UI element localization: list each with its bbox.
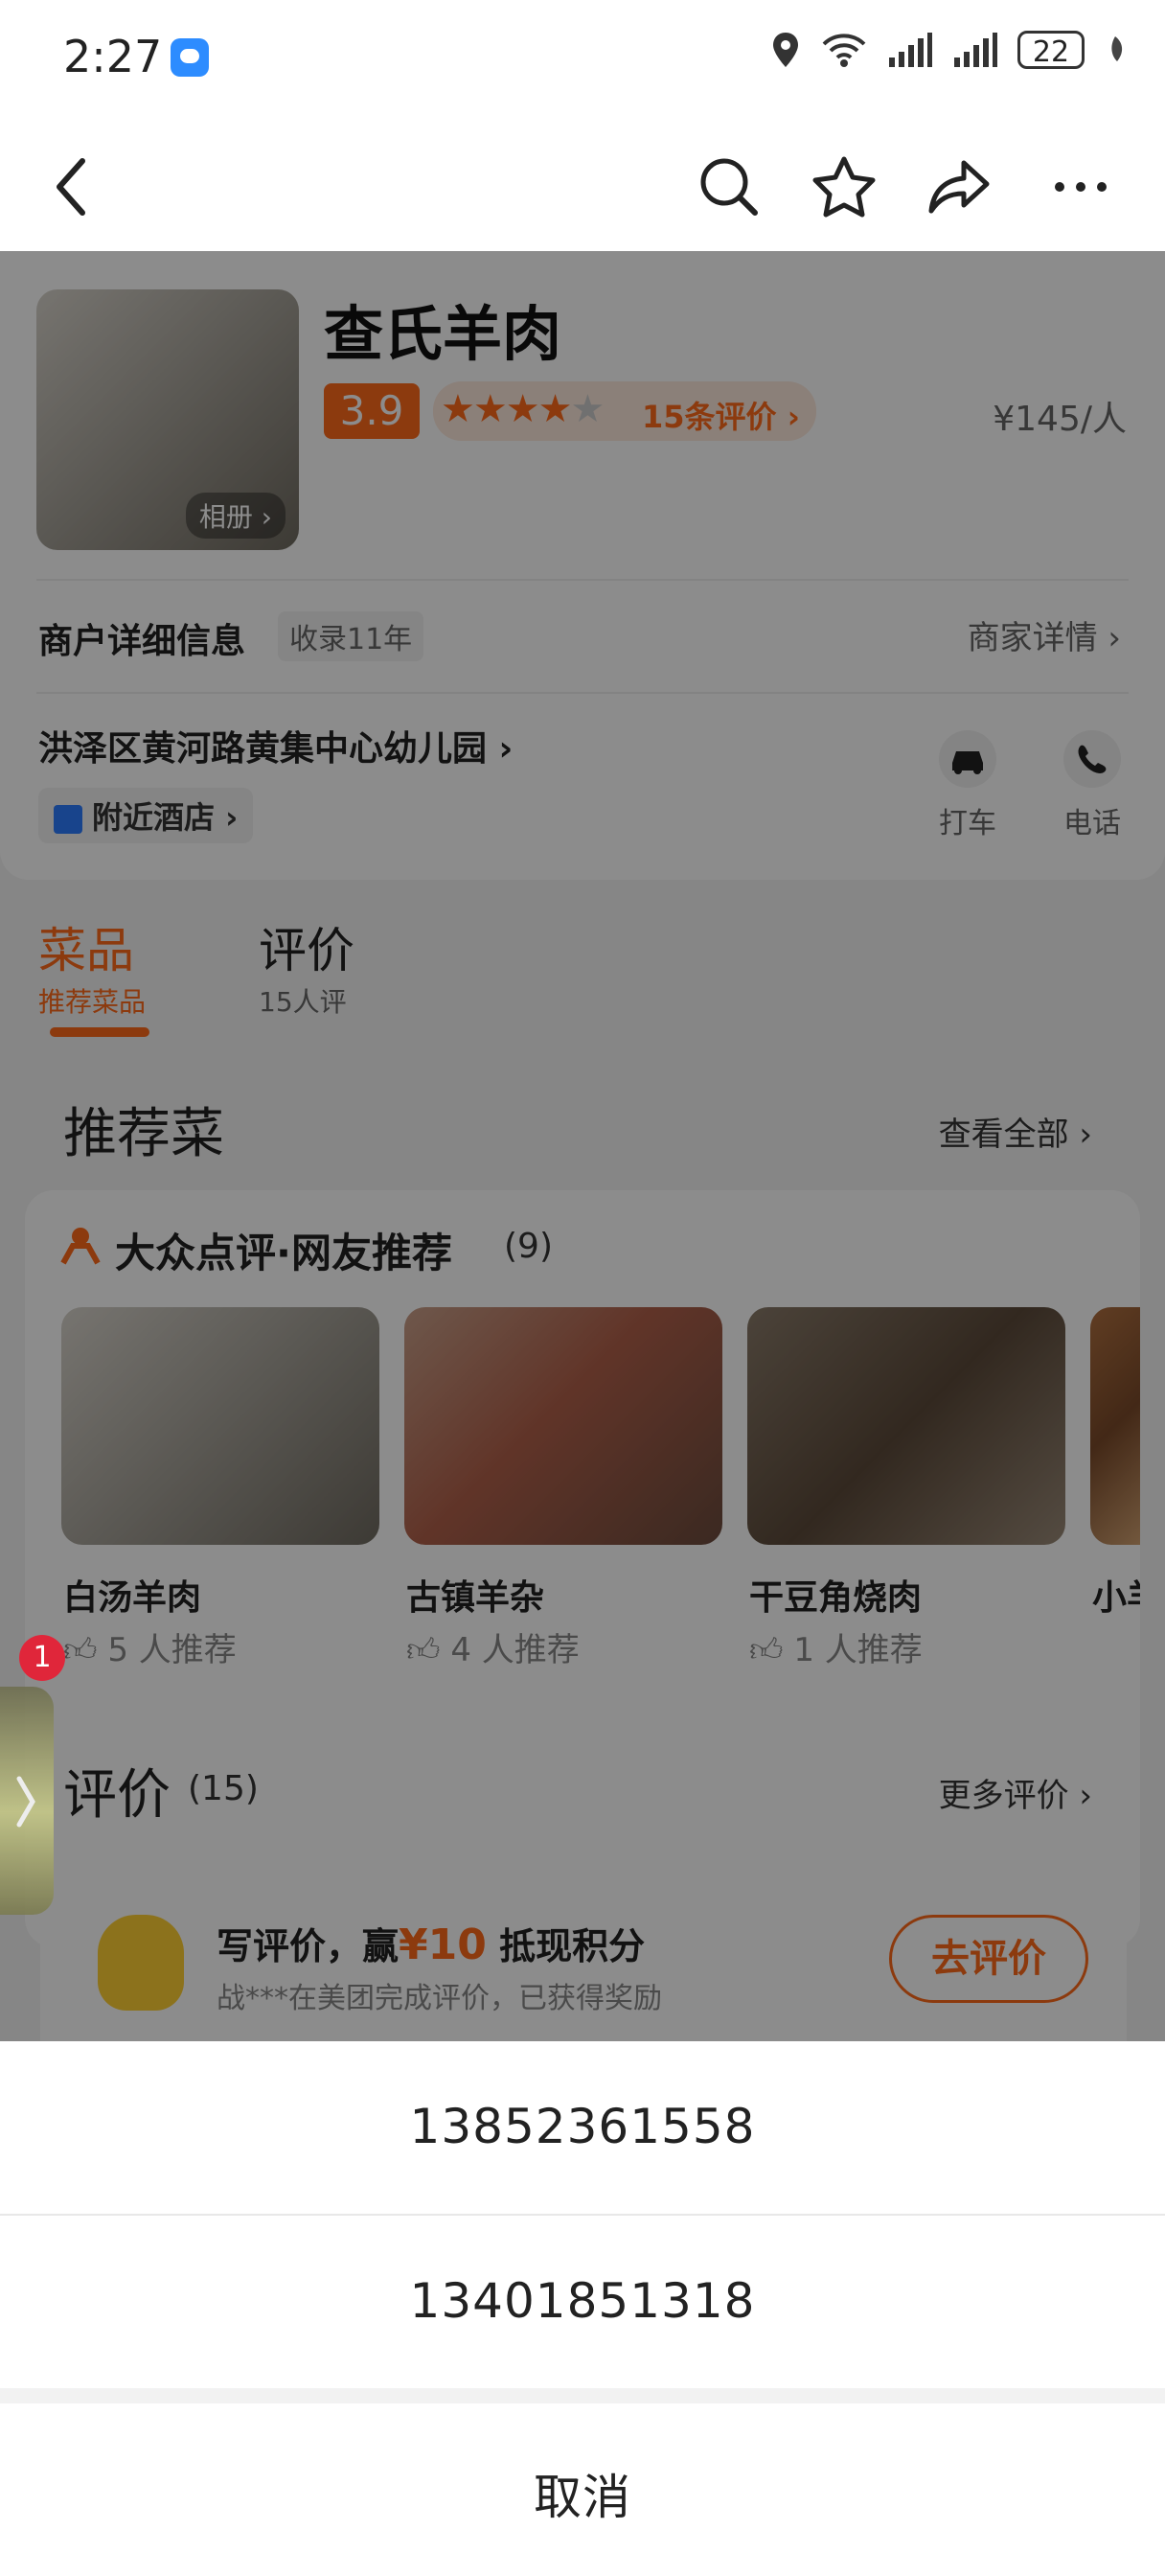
search-icon[interactable] (696, 153, 763, 220)
share-icon[interactable] (925, 153, 993, 220)
wifi-icon (822, 34, 866, 67)
battery-indicator: 22 (1017, 31, 1085, 69)
signal-icon-2 (954, 33, 997, 67)
notification-badge: 1 (19, 1635, 65, 1681)
back-icon[interactable] (48, 153, 96, 220)
message-notification-icon (171, 38, 209, 77)
more-icon[interactable] (1050, 163, 1117, 211)
phone-action-sheet: 13852361558 13401851318 取消 (0, 2041, 1165, 2576)
top-nav-bar (0, 125, 1165, 251)
chevron-right-icon (16, 1776, 35, 1828)
status-icons: 22 (770, 31, 1127, 69)
star-icon[interactable] (811, 153, 878, 220)
floating-side-tab[interactable] (0, 1687, 54, 1915)
phone-option[interactable]: 13852361558 (0, 2099, 1165, 2154)
cancel-button[interactable]: 取消 (0, 2459, 1165, 2528)
modal-backdrop[interactable] (0, 251, 1165, 2041)
section-gap (0, 2388, 1165, 2404)
leaf-icon (1111, 36, 1123, 61)
status-bar: 2:27 22 (0, 0, 1165, 125)
location-icon (773, 33, 798, 67)
phone-option[interactable]: 13401851318 (0, 2273, 1165, 2329)
divider (0, 2214, 1165, 2216)
signal-icon (889, 33, 932, 67)
status-time: 2:27 (63, 31, 163, 82)
